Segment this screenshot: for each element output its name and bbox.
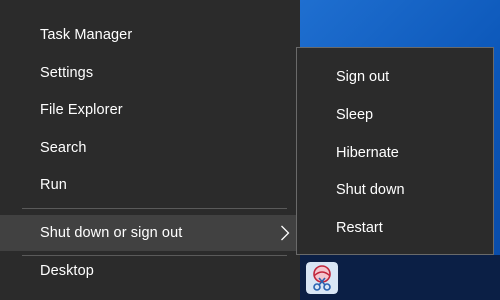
- menu-item-label: Desktop: [40, 263, 94, 279]
- shutdown-submenu: Sign out Sleep Hibernate Shut down Resta…: [296, 47, 494, 255]
- submenu-item-hibernate[interactable]: Hibernate: [297, 135, 493, 171]
- submenu-item-shut-down[interactable]: Shut down: [297, 172, 493, 208]
- menu-item-label: Shut down or sign out: [40, 225, 183, 241]
- chevron-right-icon: [281, 225, 290, 241]
- menu-item-desktop[interactable]: Desktop: [0, 253, 300, 289]
- menu-divider: [22, 208, 287, 209]
- menu-item-search[interactable]: Search: [0, 130, 300, 166]
- snipping-tool-icon[interactable]: [306, 262, 338, 294]
- submenu-item-label: Hibernate: [336, 145, 399, 161]
- submenu-item-restart[interactable]: Restart: [297, 210, 493, 246]
- menu-item-label: Search: [40, 140, 87, 156]
- menu-item-label: File Explorer: [40, 102, 123, 118]
- menu-item-file-explorer[interactable]: File Explorer: [0, 92, 300, 128]
- submenu-item-sleep[interactable]: Sleep: [297, 97, 493, 133]
- submenu-item-label: Shut down: [336, 182, 405, 198]
- menu-item-shut-down-or-sign-out[interactable]: Shut down or sign out: [0, 215, 300, 251]
- submenu-item-label: Restart: [336, 220, 383, 236]
- menu-item-label: Settings: [40, 65, 94, 81]
- menu-item-label: Run: [40, 177, 67, 193]
- menu-item-label: Task Manager: [40, 27, 133, 43]
- menu-item-settings[interactable]: Settings: [0, 55, 300, 91]
- submenu-item-sign-out[interactable]: Sign out: [297, 59, 493, 95]
- submenu-item-label: Sleep: [336, 107, 374, 123]
- menu-item-task-manager[interactable]: Task Manager: [0, 17, 300, 53]
- submenu-item-label: Sign out: [336, 69, 390, 85]
- menu-item-run[interactable]: Run: [0, 167, 300, 203]
- winx-context-menu: Task Manager Settings File Explorer Sear…: [0, 0, 300, 300]
